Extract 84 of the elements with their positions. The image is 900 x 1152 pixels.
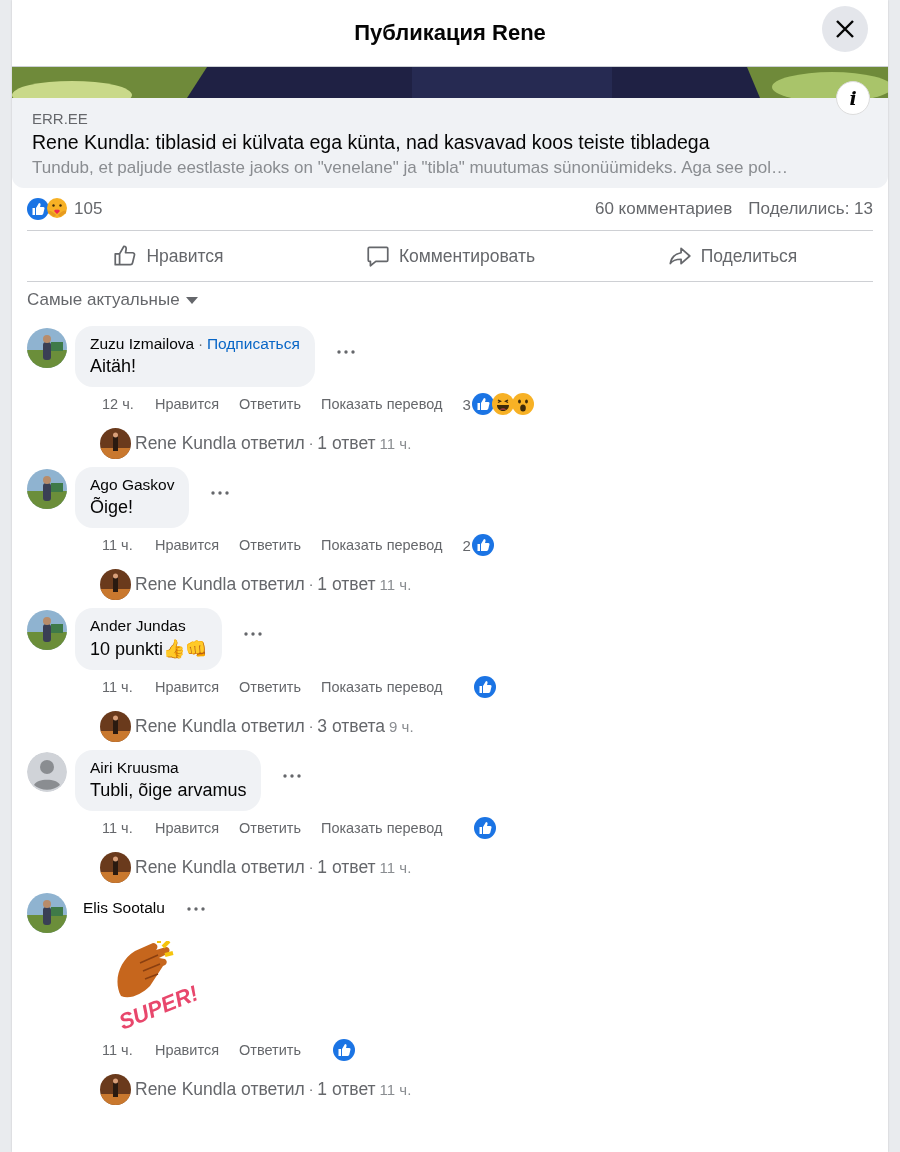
reply-time: 11 ч. [379,434,412,452]
like-reaction-icon [471,393,494,415]
comment-time[interactable]: 11 ч. [102,820,155,836]
translate-link[interactable]: Показать перевод [320,396,443,412]
separator-dot: · [308,718,314,734]
replies-link[interactable]: Rene Kundla ответил [135,432,305,454]
info-button[interactable]: i [836,81,870,115]
comment-text: Aitäh! [90,356,138,377]
translate-link[interactable]: Показать перевод [320,679,443,695]
surprised-emoji-icon [511,393,534,415]
replies-link[interactable]: Rene Kundla ответил [135,715,305,737]
like-reaction-icon [474,817,497,839]
link-preview-card[interactable]: i ERR.EE Rene Kundla: tiblasid ei külvata ega künta, nad kasvavad koos teiste tibladega Tundub, et paljude eestlaste jaoks on "venelane" ja "tibla" muutumas sünonüümideks. Aga see pol… [12,67,888,188]
reply-count[interactable]: 1 ответ [317,856,376,878]
replies-link[interactable]: Rene Kundla ответил [135,856,305,878]
like-link[interactable]: Нравится [155,537,219,553]
separator-dot: · [308,435,314,451]
reply-link[interactable]: Ответить [239,679,301,695]
share-button[interactable]: Поделиться [591,231,873,281]
close-icon [835,19,855,39]
like-link[interactable]: Нравится [155,396,219,412]
comment-time[interactable]: 11 ч. [102,1042,155,1058]
translate-link[interactable]: Показать перевод [320,537,443,553]
like-reaction-icon [471,534,494,556]
like-button[interactable]: Нравится [27,231,309,281]
caret-icon [185,296,198,304]
comment-time[interactable]: 12 ч. [102,396,155,412]
comment-time[interactable]: 11 ч. [102,537,155,553]
ellipsis-icon [244,632,263,636]
like-reaction-icon [332,1039,355,1061]
commenter-name[interactable]: Elis Sootalu [83,899,165,917]
separator-dot: · [308,1081,314,1097]
replies-link[interactable]: Rene Kundla ответил [135,1078,305,1100]
replies-link[interactable]: Rene Kundla ответил [135,573,305,595]
reply-link[interactable]: Ответить [239,537,301,553]
default-avatar-icon [27,752,67,792]
window-title: Публикация Rene [354,20,546,46]
sort-dropdown[interactable]: Самые актуальные [27,288,198,312]
ellipsis-icon [336,350,355,354]
commenter-name[interactable]: Zuzu Izmailova [90,335,195,353]
comment-time[interactable]: 11 ч. [102,679,155,695]
comment-text: Õige! [90,497,135,518]
separator-dot: · [308,859,314,875]
reply-link[interactable]: Ответить [239,1042,301,1058]
link-source: ERR.EE [32,110,89,127]
like-link[interactable]: Нравится [155,679,219,695]
comments-count[interactable]: 60 комментариев [594,199,733,219]
reply-count[interactable]: 3 ответа [317,715,386,737]
ellipsis-icon [186,907,205,911]
reply-time: 11 ч. [379,1080,412,1098]
comment-text: 10 punkti👍👊 [90,638,208,660]
hugging-emoji-icon [46,198,68,220]
ellipsis-icon [283,774,302,778]
link-headline[interactable]: Rene Kundla: tiblasid ei külvata ega künta, nad kasvavad koos teiste tibladega [32,131,868,154]
reply-link[interactable]: Ответить [239,820,301,836]
like-link[interactable]: Нравится [155,820,219,836]
follow-link[interactable]: Подписаться [206,335,300,353]
reply-time: 11 ч. [379,858,412,876]
translate-link[interactable]: Показать перевод [320,820,443,836]
commenter-name[interactable]: Airi Kruusma [90,759,179,777]
reply-time: 9 ч. [389,717,414,735]
reply-time: 11 ч. [379,575,412,593]
reaction-count: 2 [462,536,471,554]
like-reaction-icon [474,676,497,698]
reply-count[interactable]: 1 ответ [317,1078,376,1100]
reaction-count: 3 [462,395,471,413]
like-reaction-icon [27,198,49,220]
comment-button[interactable]: Комментировать [309,231,591,281]
reaction-count[interactable]: 105 [74,199,103,219]
reply-count[interactable]: 1 ответ [317,573,376,595]
commenter-name[interactable]: Ander Jundas [90,617,186,635]
close-button[interactable] [822,6,868,52]
link-snippet: Tundub, et paljude eestlaste jaoks on "venelane" ja "tibla" muutumas sünonüümideks. Aga see pol… [32,158,789,178]
shares-count[interactable]: Поделились: 13 [748,199,873,219]
comment-text: Tubli, õige arvamus [90,780,247,801]
ellipsis-icon [211,491,230,495]
separator-dot: · [308,576,314,592]
speech-bubble-icon [364,243,391,269]
separator-dot: · [198,336,203,352]
commenter-name[interactable]: Ago Gaskov [90,476,175,494]
reply-link[interactable]: Ответить [239,396,301,412]
like-link[interactable]: Нравится [155,1042,219,1058]
reply-count[interactable]: 1 ответ [317,432,376,454]
laughing-emoji-icon [491,393,514,415]
